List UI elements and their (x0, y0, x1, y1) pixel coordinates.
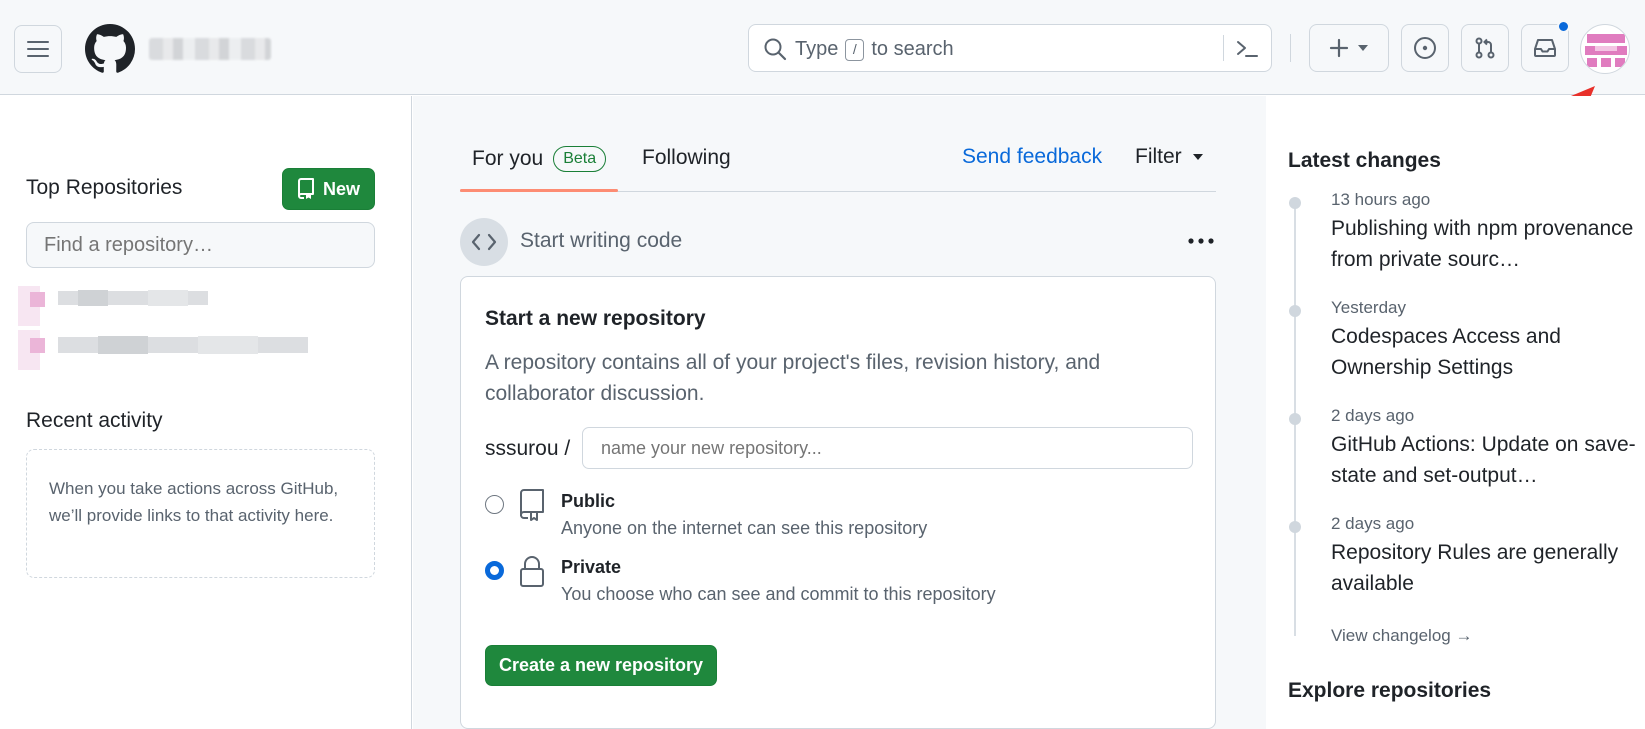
timeline-dot (1289, 197, 1301, 209)
repository-owner: sssurou / (485, 437, 571, 460)
change-title[interactable]: Codespaces Access and Ownership Settings (1331, 321, 1636, 383)
lock-icon (520, 556, 544, 587)
code-avatar (460, 218, 508, 266)
timeline-dot (1289, 413, 1301, 425)
hamburger-icon (27, 41, 49, 57)
private-radio[interactable] (485, 561, 504, 580)
right-sidebar: Latest changes 13 hours ago Publishing w… (1266, 96, 1645, 729)
card-description: A repository contains all of your projec… (485, 351, 1101, 405)
latest-changes-title: Latest changes (1288, 149, 1441, 172)
notification-indicator (1557, 20, 1570, 33)
tab-for-you-label: For you (472, 147, 544, 170)
avatar[interactable] (1580, 24, 1630, 74)
repository-list-redacted[interactable] (18, 286, 308, 376)
change-time: 2 days ago (1331, 406, 1415, 425)
card-title: Start a new repository (485, 307, 706, 330)
kebab-menu-icon[interactable] (1187, 224, 1215, 252)
search-icon (764, 38, 787, 61)
change-time: 13 hours ago (1331, 190, 1431, 209)
pull-requests-button[interactable] (1461, 24, 1509, 72)
create-repository-button[interactable]: Create a new repository (485, 645, 717, 686)
change-title[interactable]: Repository Rules are generally available (1331, 537, 1636, 599)
tab-for-you[interactable]: For you Beta (472, 146, 607, 172)
repo-icon (520, 489, 544, 521)
change-title[interactable]: GitHub Actions: Update on save-state and… (1331, 429, 1636, 491)
filter-label: Filter (1135, 145, 1182, 168)
command-palette-icon[interactable] (1235, 37, 1259, 61)
tab-following[interactable]: Following (642, 146, 731, 170)
recent-activity-text: When you take actions across GitHub, we’… (49, 479, 339, 525)
beta-badge: Beta (553, 146, 607, 172)
caret-down-icon (1192, 154, 1203, 160)
identicon-icon (1585, 34, 1627, 67)
repo-icon (297, 178, 314, 199)
issue-opened-icon (1414, 37, 1436, 59)
find-repository-input[interactable] (26, 222, 375, 268)
public-description: Anyone on the internet can see this repo… (561, 518, 928, 538)
timeline-dot (1289, 521, 1301, 533)
view-changelog-link[interactable]: View changelog → (1331, 626, 1472, 646)
code-icon (471, 233, 497, 251)
private-description: You choose who can see and commit to thi… (561, 584, 996, 604)
git-pull-request-icon (1475, 37, 1495, 59)
repository-name-input[interactable] (582, 427, 1193, 469)
new-repository-button[interactable]: New (282, 168, 375, 210)
search-shortcut-key: / (845, 38, 865, 61)
new-repository-card: Start a new repository A repository cont… (460, 276, 1216, 729)
search-prefix: Type (795, 38, 839, 60)
timeline-dot (1289, 305, 1301, 317)
left-sidebar: Top Repositories New Recent activity Whe… (0, 96, 412, 729)
change-title[interactable]: Publishing with npm provenance from priv… (1331, 213, 1636, 275)
inbox-icon (1534, 39, 1556, 57)
new-button-label: New (322, 178, 360, 199)
public-label: Public (561, 491, 616, 511)
header-separator (1290, 34, 1291, 62)
filter-button[interactable]: Filter (1135, 145, 1204, 169)
start-writing-code-title: Start writing code (520, 229, 683, 252)
search-placeholder: Type / to search (795, 38, 954, 61)
github-logo-icon[interactable] (85, 24, 135, 74)
top-repositories-title: Top Repositories (26, 176, 183, 199)
explore-repositories-title: Explore repositories (1288, 679, 1492, 702)
recent-activity-title: Recent activity (26, 409, 163, 432)
change-time: Yesterday (1331, 298, 1406, 317)
recent-activity-empty: When you take actions across GitHub, we’… (26, 449, 375, 578)
caret-down-icon (1358, 45, 1368, 51)
search-suffix: to search (871, 38, 954, 60)
search-input[interactable]: Type / to search (748, 24, 1272, 72)
private-label: Private (561, 557, 622, 577)
main-feed: For you Beta Following Send feedback Fil… (413, 96, 1266, 729)
plus-icon (1329, 38, 1349, 58)
change-time: 2 days ago (1331, 514, 1415, 533)
global-header: Type / to search (0, 0, 1645, 95)
send-feedback-link[interactable]: Send feedback (962, 145, 1102, 169)
search-divider (1223, 35, 1224, 61)
username-redacted[interactable] (149, 38, 271, 60)
active-tab-indicator (460, 189, 618, 192)
public-radio[interactable] (485, 495, 504, 514)
menu-button[interactable] (14, 25, 62, 73)
create-new-button[interactable] (1309, 24, 1389, 72)
issues-button[interactable] (1401, 24, 1449, 72)
